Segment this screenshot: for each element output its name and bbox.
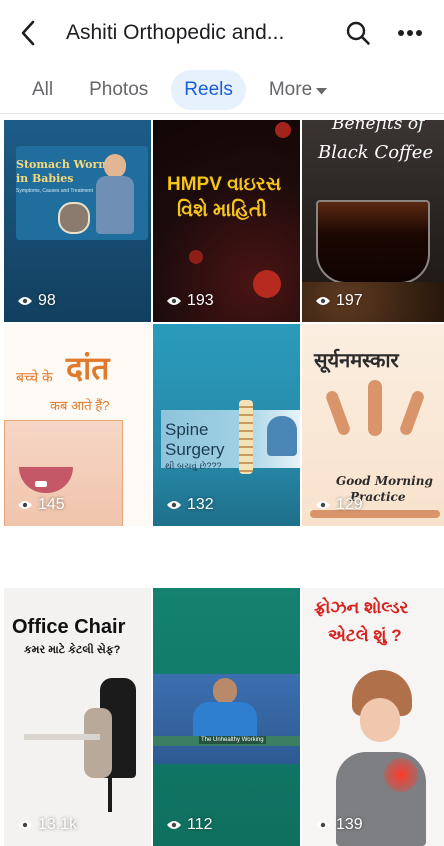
reel-thumbnail[interactable]: बच्चे के दांत कब आते हैं? 145	[4, 324, 151, 526]
tab-more[interactable]: More	[256, 70, 340, 110]
caret-down-icon	[316, 70, 328, 110]
eye-icon	[316, 821, 330, 829]
page-title: Ashiti Orthopedic and...	[66, 21, 285, 44]
tab-reels[interactable]: Reels	[171, 69, 246, 110]
reel-title-line2: कब आते हैं?	[50, 398, 110, 413]
reel-title: HMPV વાઇરસ	[167, 174, 282, 195]
reel-title-line2: કમર માટે કેટલી સેફ?	[24, 644, 121, 656]
reel-thumbnail[interactable]: Spine Surgery થી બચવું છે??? 132	[153, 324, 300, 526]
virus-illustration	[275, 122, 291, 138]
reel-title: Benefits of	[332, 120, 425, 134]
view-count-value: 112	[187, 816, 213, 833]
eye-icon	[18, 297, 32, 305]
yoga-pose-image	[398, 389, 426, 437]
eye-icon	[167, 297, 181, 305]
more-options-button[interactable]	[390, 13, 430, 53]
view-count: 145	[18, 496, 65, 514]
tab-bar: All Photos Reels More	[0, 66, 444, 114]
back-button[interactable]	[20, 18, 46, 48]
reel-caption: Good Morning	[336, 474, 433, 488]
reel-title: Office Chair	[12, 616, 126, 638]
reel-thumbnail[interactable]: HMPV વાઇરસ વિશે માહિતી 193	[153, 120, 300, 322]
yoga-pose-image	[368, 380, 382, 436]
tab-all[interactable]: All	[20, 70, 66, 110]
eye-icon	[316, 297, 330, 305]
desk-image	[24, 734, 100, 740]
reel-title-line2: Surgery	[165, 440, 225, 459]
reel-title-line2: Black Coffee	[318, 142, 434, 163]
reel-thumbnail[interactable]: Benefits of Black Coffee 197	[302, 120, 444, 322]
reel-title-big: दांत	[66, 350, 110, 386]
reel-title: बच्चे के	[16, 369, 53, 385]
search-button[interactable]	[338, 13, 378, 53]
view-count-value: 13.1k	[38, 816, 78, 833]
view-count: 98	[18, 292, 56, 310]
coffee-cup-image	[316, 200, 430, 284]
view-count: 139	[316, 816, 363, 834]
view-count: 193	[167, 292, 214, 310]
top-bar: Ashiti Orthopedic and...	[0, 0, 444, 66]
worm-illustration	[58, 202, 90, 234]
view-count: 197	[316, 292, 363, 310]
view-count-value: 139	[336, 816, 363, 833]
view-count-value: 132	[187, 496, 214, 513]
reel-subtitle: Symptoms, Causes and Treatment	[16, 188, 93, 194]
tab-more-label: More	[268, 78, 313, 100]
view-count-value: 145	[38, 496, 65, 513]
search-icon	[346, 21, 370, 45]
reel-title: ફ્રોઝન શોલ્ડર	[314, 598, 409, 617]
child-image	[96, 154, 134, 234]
view-count-value: 197	[336, 292, 363, 309]
reel-title: Spine	[165, 420, 209, 439]
reel-caption: The Unhealthy Working	[199, 736, 266, 744]
reel-thumbnail[interactable]: Stomach Worms in Babies Symptoms, Causes…	[4, 120, 151, 322]
tab-photos[interactable]: Photos	[76, 70, 161, 110]
view-count: 129	[316, 496, 363, 514]
more-horizontal-icon	[398, 30, 422, 36]
reel-thumbnail[interactable]: सूर्यनमस्कार Good Morning Practice 129	[302, 324, 444, 526]
view-count-value: 193	[187, 292, 214, 309]
reel-subtitle: થી બચવું છે???	[165, 461, 222, 471]
eye-icon	[167, 821, 181, 829]
eye-icon	[18, 821, 32, 829]
person-image	[84, 708, 112, 778]
reels-grid: Stomach Worms in Babies Symptoms, Causes…	[4, 120, 444, 846]
eye-icon	[316, 501, 330, 509]
view-count: 132	[167, 496, 214, 514]
reel-thumbnail[interactable]: ફ્રોઝન શોલ્ડર એટલે શું ? 139	[302, 588, 444, 846]
eye-icon	[18, 501, 32, 509]
view-count: 112	[167, 816, 213, 834]
reel-title-line2: in Babies	[16, 172, 74, 185]
reel-title-line2: એટલે શું ?	[328, 626, 402, 645]
eye-icon	[167, 501, 181, 509]
reel-thumbnail[interactable]: The Unhealthy Working 112	[153, 588, 300, 846]
reel-title-line2: વિશે માહિતી	[177, 200, 267, 221]
view-count-value: 129	[336, 496, 363, 513]
virus-illustration	[189, 250, 203, 264]
reel-thumbnail[interactable]: Office Chair કમર માટે કેટલી સેફ? 13.1k	[4, 588, 151, 846]
view-count: 13.1k	[18, 816, 77, 834]
chair-base-image	[108, 778, 112, 812]
doctor-image	[153, 674, 300, 764]
yoga-pose-image	[324, 389, 352, 437]
virus-illustration	[253, 270, 281, 298]
view-count-value: 98	[38, 292, 56, 309]
chevron-left-icon	[21, 20, 35, 46]
reel-title: सूर्यनमस्कार	[314, 350, 399, 372]
